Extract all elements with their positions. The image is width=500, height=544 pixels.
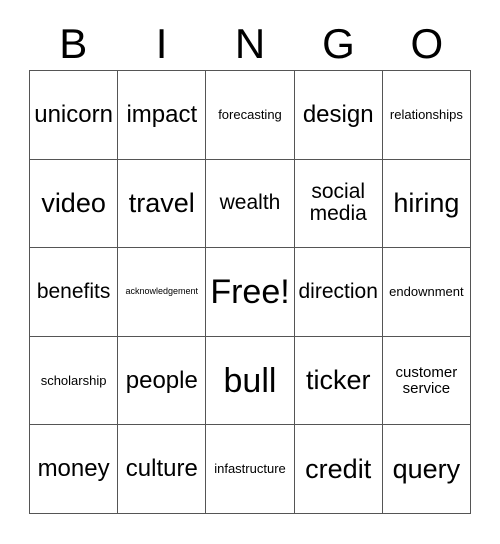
bingo-cell[interactable]: direction: [294, 248, 383, 337]
bingo-cell[interactable]: video: [30, 159, 119, 249]
bingo-cell-label: design: [302, 101, 374, 129]
bingo-cell[interactable]: customer service: [382, 336, 471, 426]
bingo-cell[interactable]: people: [118, 336, 207, 426]
bingo-cell[interactable]: endownment: [382, 248, 471, 337]
bingo-cell[interactable]: relationships: [382, 71, 471, 160]
bingo-grid: unicorn impact forecasting design relationsh…: [29, 70, 471, 514]
bingo-cell-label: wealth: [219, 191, 281, 215]
bingo-cell-label: query: [392, 453, 461, 484]
bingo-cell[interactable]: wealth: [206, 159, 295, 249]
bingo-cell-label: forecasting: [218, 106, 282, 122]
bingo-cell[interactable]: money: [30, 425, 119, 514]
bingo-cell[interactable]: travel: [118, 159, 207, 249]
bingo-cell-label: benefits: [36, 279, 111, 303]
bingo-cell-label: culture: [125, 455, 198, 483]
bingo-cell-label: money: [37, 455, 110, 483]
bingo-header-letter-g: G: [322, 20, 355, 67]
bingo-cell-label: hiring: [393, 188, 460, 219]
bingo-header-letter-n: N: [234, 20, 266, 67]
bingo-cell[interactable]: hiring: [382, 159, 471, 249]
bingo-cell[interactable]: bull: [206, 336, 295, 426]
bingo-cell[interactable]: acknowledgement: [118, 248, 207, 337]
bingo-cell-label: relationships: [389, 106, 463, 122]
bingo-cell[interactable]: credit: [294, 425, 383, 514]
bingo-cell-label: travel: [128, 188, 195, 219]
bingo-cell-label: bull: [223, 361, 277, 400]
bingo-card: B I N G O unicorn impact forecasting design rela…: [0, 0, 500, 544]
bingo-header-letter-i: I: [155, 20, 168, 67]
bingo-cell[interactable]: impact: [118, 71, 207, 160]
bingo-cell-label: people: [125, 366, 198, 394]
bingo-cell[interactable]: unicorn: [30, 71, 119, 160]
bingo-free-space[interactable]: Free!: [206, 248, 295, 337]
bingo-cell-label: acknowledgement: [125, 286, 199, 297]
bingo-header-letter-b: B: [59, 20, 88, 67]
bingo-header: BINGO: [29, 18, 471, 70]
bingo-cell-label: social media: [309, 180, 367, 226]
bingo-cell-label: ticker: [305, 365, 371, 396]
bingo-cell-label: direction: [298, 279, 378, 303]
bingo-cell[interactable]: scholarship: [30, 336, 119, 426]
bingo-cell-label: infastructure: [214, 461, 286, 477]
bingo-cell[interactable]: social media: [294, 159, 383, 249]
bingo-cell[interactable]: infastructure: [206, 425, 295, 514]
bingo-cell-label: credit: [305, 453, 372, 484]
bingo-cell[interactable]: benefits: [30, 248, 119, 337]
bingo-cell-label: endownment: [389, 284, 464, 300]
bingo-cell-label: video: [41, 188, 106, 219]
bingo-cell-label: customer service: [395, 363, 458, 397]
bingo-cell[interactable]: design: [294, 71, 383, 160]
bingo-cell-label: Free!: [210, 272, 290, 311]
bingo-cell[interactable]: ticker: [294, 336, 383, 426]
bingo-cell-label: scholarship: [40, 372, 107, 388]
bingo-cell[interactable]: culture: [118, 425, 207, 514]
bingo-cell-label: impact: [126, 101, 198, 129]
bingo-header-letter-o: O: [410, 20, 444, 67]
bingo-cell[interactable]: query: [382, 425, 471, 514]
bingo-cell[interactable]: forecasting: [206, 71, 295, 160]
bingo-cell-label: unicorn: [34, 101, 113, 129]
